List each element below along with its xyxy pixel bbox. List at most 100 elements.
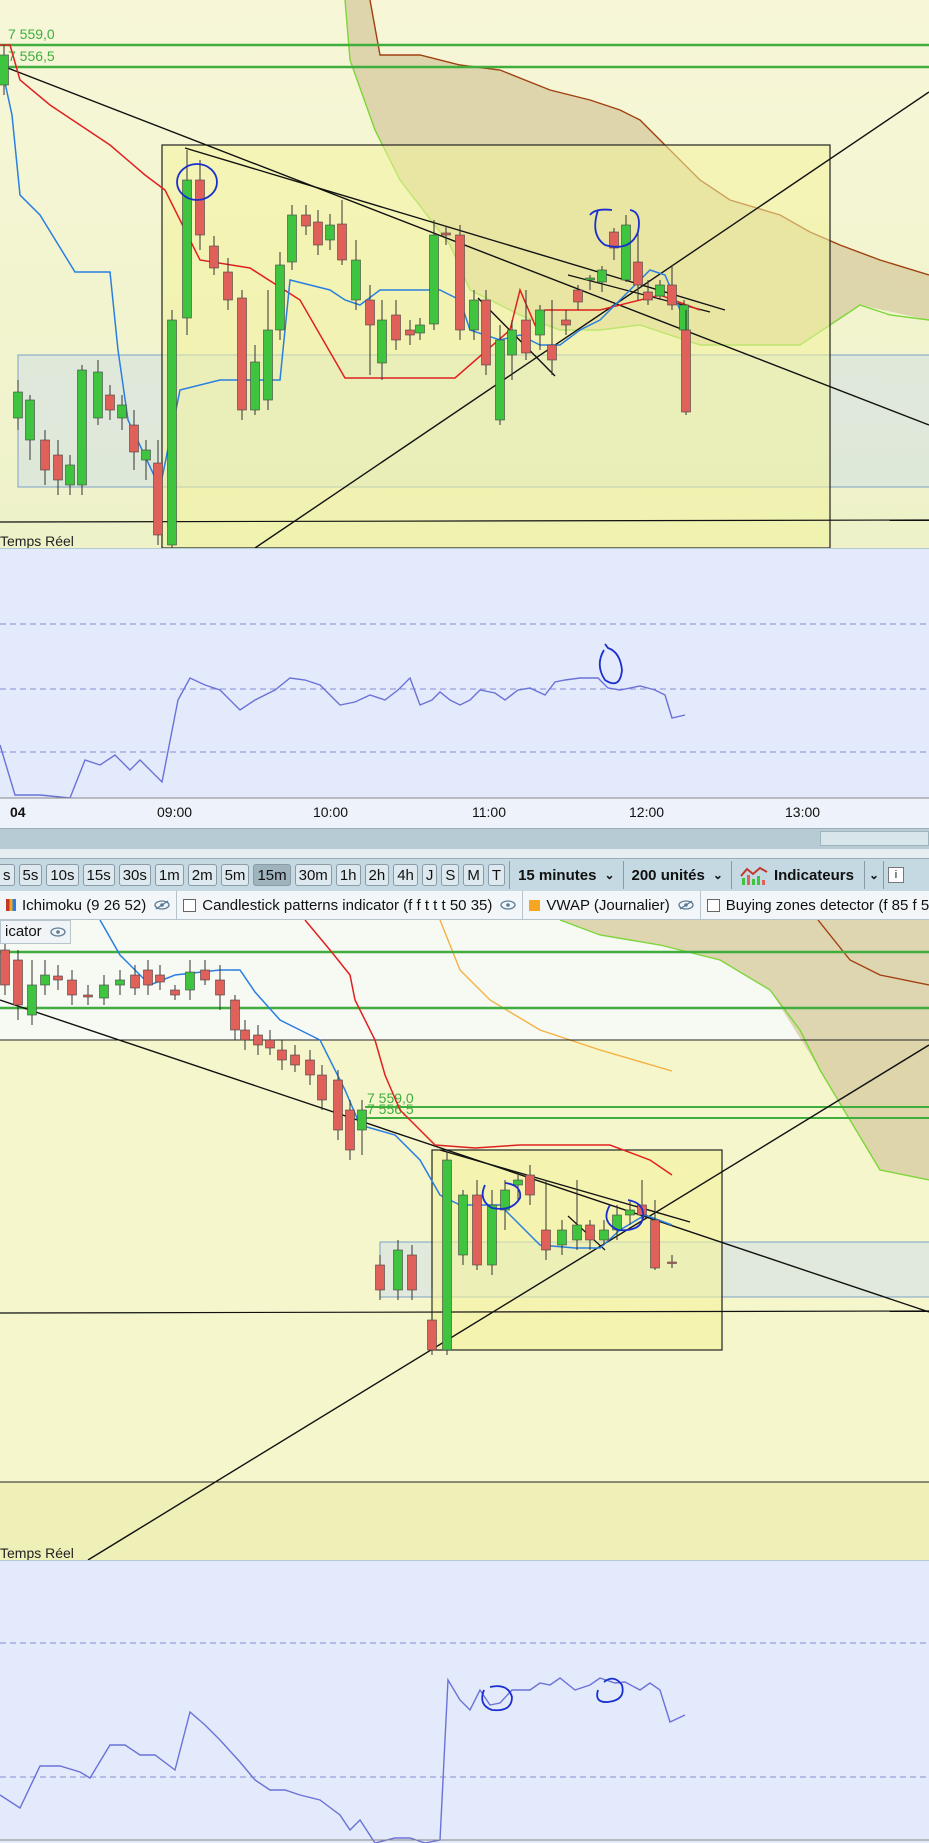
bullish-candle	[40, 974, 50, 986]
timeframe-button-5s[interactable]: 5s	[18, 864, 43, 886]
bearish-candle	[441, 232, 451, 236]
bullish-candle	[13, 391, 23, 419]
indicators-button[interactable]: Indicateurs	[730, 861, 864, 889]
timeframe-button-S[interactable]: S	[441, 864, 460, 886]
indicator-label: VWAP (Journalier)	[546, 896, 670, 914]
bullish-candle	[77, 369, 87, 486]
timeframe-button-30s[interactable]: 30s	[118, 864, 151, 886]
timeframe-button-2h[interactable]: 2h	[364, 864, 390, 886]
horizontal-scrollbar[interactable]	[0, 828, 929, 850]
bottom-price-chart[interactable]: 7 559,0 7 556,5 Temps Réel	[0, 920, 929, 1560]
bearish-candle	[313, 221, 323, 246]
bearish-candle	[317, 1074, 327, 1101]
bullish-candle	[458, 1194, 468, 1256]
bullish-candle	[429, 234, 439, 325]
bullish-candle	[182, 179, 192, 319]
interval-select[interactable]: 15 minutes ⌄	[509, 861, 622, 889]
bearish-candle	[333, 1079, 343, 1131]
bearish-candle	[481, 299, 491, 366]
bullish-candle	[625, 1209, 635, 1216]
hidden-eye-icon[interactable]	[154, 900, 170, 910]
timeframe-button-1m[interactable]: 1m	[154, 864, 184, 886]
bullish-candle	[115, 979, 125, 986]
bearish-candle	[53, 975, 63, 981]
bearish-candle	[277, 1049, 287, 1061]
bearish-candle	[253, 1034, 263, 1046]
bearish-candle	[240, 1029, 250, 1041]
timeframe-button-15m[interactable]: 15m	[253, 864, 291, 886]
indicator-tag[interactable]: icator	[0, 920, 71, 944]
time-tick-label: 10:00	[313, 804, 348, 820]
bearish-candle	[650, 1219, 660, 1269]
indicator-checkbox[interactable]	[706, 898, 720, 912]
indicator-tag-label: icator	[5, 923, 42, 940]
timeframe-button-s[interactable]: s	[0, 864, 15, 886]
bottom-oscillator-panel[interactable]	[0, 1560, 929, 1843]
indicator-checkbox[interactable]	[183, 898, 197, 912]
time-tick-label: 09:00	[157, 804, 192, 820]
time-tick-label: 13:00	[785, 804, 820, 820]
bearish-candle	[365, 299, 375, 326]
price-label: 7 559,0	[8, 26, 55, 42]
bearish-candle	[83, 994, 93, 998]
bullish-candle	[442, 1159, 452, 1351]
time-tick-label: 12:00	[629, 804, 664, 820]
timeframe-button-T[interactable]: T	[487, 864, 506, 886]
hidden-eye-icon[interactable]	[678, 900, 694, 910]
indicator-vwap[interactable]: VWAP (Journalier)	[523, 891, 701, 919]
bullish-candle	[469, 299, 479, 331]
oscillator-background	[0, 1560, 929, 1843]
timeframe-button-30m[interactable]: 30m	[294, 864, 332, 886]
bearish-candle	[427, 1319, 437, 1351]
bearish-candle	[223, 271, 233, 301]
bullish-candle	[275, 264, 285, 331]
bearish-candle	[667, 284, 677, 306]
more-dropdown[interactable]: ⌄	[863, 861, 883, 889]
bearish-candle	[265, 1039, 275, 1049]
bearish-candle	[681, 329, 691, 413]
time-tick-label: 04	[10, 804, 26, 820]
eye-icon[interactable]	[50, 927, 66, 937]
bearish-candle	[337, 223, 347, 261]
bearish-candle	[472, 1194, 482, 1266]
bullish-candle	[65, 464, 75, 486]
bearish-candle	[290, 1054, 300, 1066]
bullish-candle	[357, 1109, 367, 1131]
timeframe-button-M[interactable]: M	[463, 864, 484, 886]
timeframe-button-J[interactable]: J	[421, 864, 438, 886]
indicator-ichimoku[interactable]: Ichimoku (9 26 52)	[0, 891, 178, 919]
scroll-gap	[0, 849, 929, 858]
bearish-candle	[643, 291, 653, 301]
bullish-candle	[250, 361, 260, 411]
bearish-candle	[407, 1254, 417, 1291]
timeframe-button-2m[interactable]: 2m	[187, 864, 217, 886]
indicator-candlestick-patterns[interactable]: Candlestick patterns indicator (f f t t …	[177, 891, 524, 919]
indicators-icon	[740, 866, 768, 885]
bearish-candle	[105, 394, 115, 411]
timeframe-buttons: s 5s 10s 15s 30s 1m 2m 5m 15m 30m 1h 2h 4h J S M T	[0, 864, 509, 886]
indicator-label: Candlestick patterns indicator (f f t t …	[202, 896, 493, 914]
bullish-candle	[141, 449, 151, 461]
top-oscillator-panel[interactable]: 04 09:00 10:00 11:00 12:00 13:00	[0, 548, 929, 828]
realtime-label: Temps Réel	[0, 533, 74, 548]
units-select[interactable]: 200 unités ⌄	[622, 861, 731, 889]
bearish-candle	[53, 454, 63, 481]
bullish-candle	[513, 1179, 523, 1186]
timeframe-button-10s[interactable]: 10s	[46, 864, 79, 886]
top-price-chart[interactable]: 7 559,0 7 556,5 Temps Réel	[0, 0, 929, 548]
bearish-candle	[130, 974, 140, 989]
bullish-candle	[599, 1229, 609, 1241]
timeframe-button-4h[interactable]: 4h	[393, 864, 418, 886]
bearish-candle	[13, 959, 23, 1006]
eye-icon[interactable]	[500, 900, 517, 910]
timeframe-button-1h[interactable]: 1h	[335, 864, 361, 886]
timeframe-button-5m[interactable]: 5m	[220, 864, 250, 886]
indicator-buying-zones[interactable]: Buying zones detector (f 85 f 5 f 40 f	[701, 891, 929, 919]
timeframe-button-15s[interactable]: 15s	[82, 864, 115, 886]
info-button[interactable]: i	[883, 861, 908, 889]
bullish-candle	[655, 284, 665, 297]
indicator-label: Ichimoku (9 26 52)	[22, 896, 147, 914]
chevron-down-icon: ⌄	[604, 868, 615, 882]
bullish-candle	[487, 1204, 497, 1266]
scrollbar-thumb[interactable]	[820, 831, 929, 846]
